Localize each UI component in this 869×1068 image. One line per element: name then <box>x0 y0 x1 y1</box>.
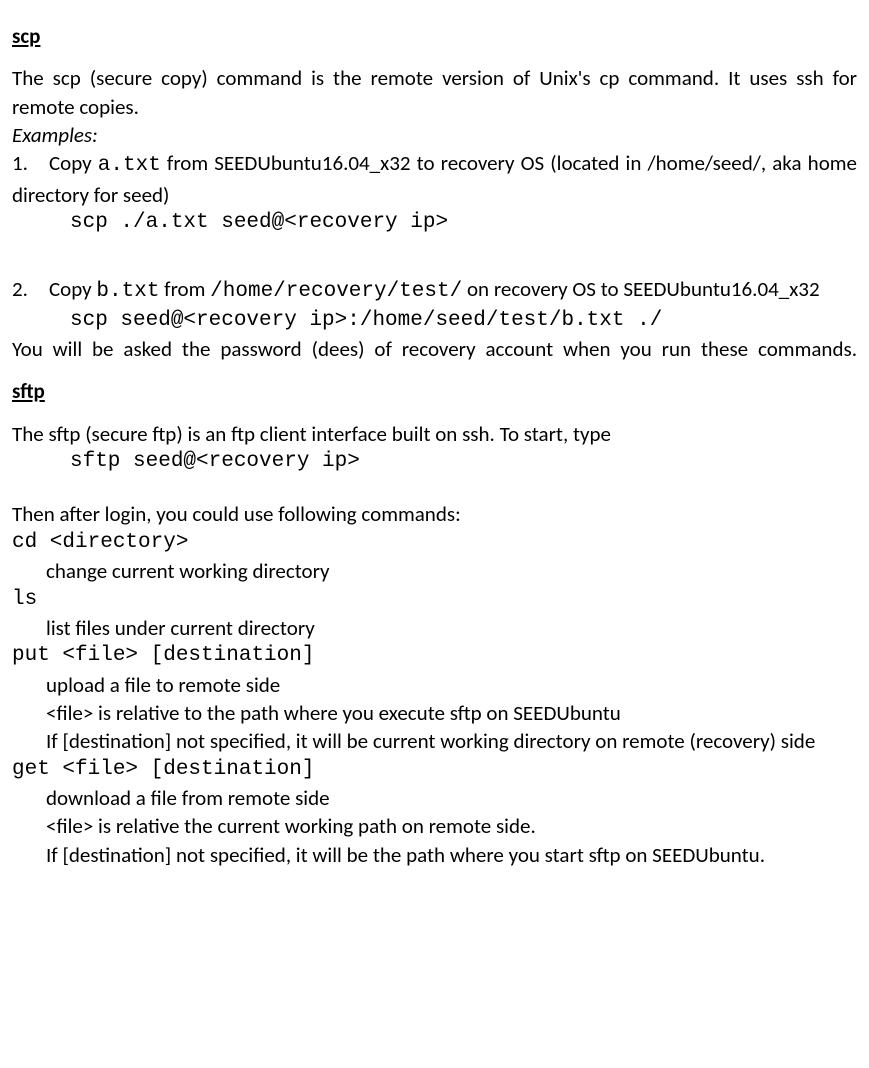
ex2-file: b.txt <box>96 280 159 303</box>
ex1-file: a.txt <box>98 154 161 177</box>
sftp-start-cmd: sftp seed@<recovery ip> <box>70 448 857 476</box>
scp-intro: The scp (secure copy) command is the rem… <box>12 64 857 121</box>
ex2-pre: 2. Copy <box>12 276 96 302</box>
cd-desc: change current working directory <box>46 557 857 585</box>
get-cmd: get <file> [destination] <box>12 756 857 784</box>
sftp-heading: sftp <box>12 377 857 405</box>
scp-example-1-cmd: scp ./a.txt seed@<recovery ip> <box>70 209 857 237</box>
sftp-intro: The sftp (secure ftp) is an ftp client i… <box>12 420 857 448</box>
ex2-post: on recovery OS to SEEDUbuntu16.04_x32 <box>462 276 819 302</box>
put-desc-2: <file> is relative to the path where you… <box>46 699 857 727</box>
sftp-then: Then after login, you could use followin… <box>12 500 857 528</box>
put-cmd: put <file> [destination] <box>12 642 857 670</box>
scp-heading: scp <box>12 22 857 50</box>
put-desc-1: upload a file to remote side <box>46 671 857 699</box>
get-desc-2: <file> is relative the current working p… <box>46 812 857 840</box>
get-desc-3: If [destination] not specified, it will … <box>12 841 857 869</box>
cd-cmd: cd <directory> <box>12 529 857 557</box>
scp-example-2-cmd: scp seed@<recovery ip>:/home/seed/test/b… <box>70 307 857 335</box>
put-desc-3: If [destination] not specified, it will … <box>12 727 857 755</box>
ex2-path: /home/recovery/test/ <box>210 280 462 303</box>
scp-note: You will be asked the password (dees) of… <box>12 335 857 363</box>
get-desc-1: download a file from remote side <box>46 784 857 812</box>
scp-example-1: 1. Copy a.txt from SEEDUbuntu16.04_x32 t… <box>12 149 857 209</box>
scp-example-2: 2. Copy b.txt from /home/recovery/test/ … <box>12 275 857 306</box>
ls-desc: list files under current directory <box>46 614 857 642</box>
examples-label: Examples: <box>12 121 857 149</box>
ex2-mid: from <box>159 276 210 302</box>
ls-cmd: ls <box>12 586 857 614</box>
ex1-pre: 1. Copy <box>12 150 98 176</box>
